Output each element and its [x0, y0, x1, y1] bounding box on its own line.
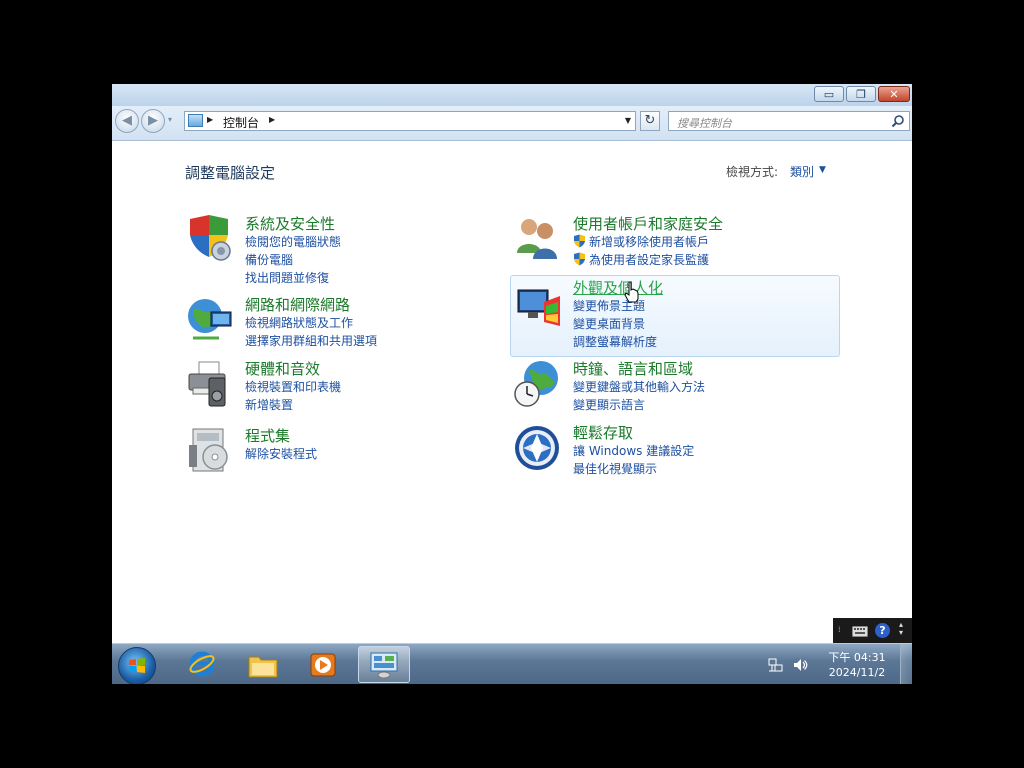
clock-time[interactable]: 下午 04:31 — [827, 649, 887, 665]
title-bar[interactable]: ▭ ❐ ✕ — [112, 84, 912, 106]
keyboard-icon[interactable] — [852, 626, 868, 637]
taskbar-control-panel[interactable] — [358, 646, 410, 683]
taskbar-media-player[interactable] — [297, 646, 349, 683]
minimize-button[interactable]: ▭ — [814, 86, 844, 102]
file-explorer-icon — [248, 656, 278, 678]
uac-shield-icon — [574, 252, 585, 266]
shield-icon[interactable] — [185, 213, 235, 263]
network-globe-icon[interactable] — [185, 294, 235, 344]
category-title[interactable]: 系統及安全性 — [245, 213, 335, 234]
breadcrumb-control-panel[interactable]: 控制台 — [223, 114, 259, 131]
forward-button[interactable]: ▶ — [141, 109, 165, 133]
uac-shield-icon — [574, 234, 585, 248]
link-uninstall[interactable]: 解除安裝程式 — [245, 445, 317, 462]
category-title[interactable]: 輕鬆存取 — [573, 422, 633, 443]
address-dropdown-icon[interactable]: ▼ — [625, 116, 631, 125]
control-panel-window: ▭ ❐ ✕ ◀ ▶ ▾ ▶ 控制台 ▶ ▼ ↻ 搜尋控制台 調整電腦設定 檢視方… — [112, 84, 912, 684]
navigation-bar: ◀ ▶ ▾ ▶ 控制台 ▶ ▼ ↻ 搜尋控制台 — [112, 106, 912, 141]
programs-icon[interactable] — [185, 425, 235, 475]
address-bar[interactable]: ▶ 控制台 ▶ ▼ — [184, 111, 636, 131]
category-clock-region: 時鐘、語言和區域 變更鍵盤或其他輸入方法 變更顯示語言 — [513, 358, 793, 412]
taskbar: 下午 04:31 2024/11/2 — [112, 643, 912, 684]
link-add-device[interactable]: 新增裝置 — [245, 396, 293, 413]
category-title[interactable]: 外觀及個人化 — [573, 277, 663, 298]
category-programs: 程式集 解除安裝程式 — [185, 425, 445, 479]
category-appearance[interactable]: 外觀及個人化 變更佈景主題 變更桌面背景 調整螢幕解析度 — [510, 275, 840, 357]
link-network-status[interactable]: 檢視網路狀態及工作 — [245, 314, 353, 331]
volume-icon[interactable] — [792, 657, 808, 673]
category-network: 網路和網際網路 檢視網路狀態及工作 選擇家用群組和共用選項 — [185, 294, 445, 348]
main-content: 調整電腦設定 檢視方式: 類別 ▼ 系統及安全性 檢閱您的電腦狀態 備份電腦 找… — [112, 141, 912, 643]
chevron-down-icon[interactable]: ▼ — [819, 165, 826, 175]
control-panel-icon — [370, 652, 398, 679]
category-title[interactable]: 使用者帳戶和家庭安全 — [573, 213, 723, 234]
refresh-button[interactable]: ↻ — [640, 111, 660, 131]
link-keyboard-input[interactable]: 變更鍵盤或其他輸入方法 — [573, 378, 705, 395]
category-hardware-sound: 硬體和音效 檢視裝置和印表機 新增裝置 — [185, 358, 445, 412]
clock-globe-icon[interactable] — [513, 358, 563, 408]
breadcrumb-arrow-icon[interactable]: ▶ — [269, 115, 275, 124]
view-by-label: 檢視方式: — [726, 165, 779, 179]
link-display-language[interactable]: 變更顯示語言 — [573, 396, 645, 413]
link-recommend-settings[interactable]: 讓 Windows 建議設定 — [573, 442, 694, 459]
start-button[interactable] — [118, 647, 156, 684]
link-troubleshoot[interactable]: 找出問題並修復 — [245, 269, 329, 286]
langbar-options-icon[interactable]: ▴ ▾ — [899, 621, 903, 637]
link-screen-resolution[interactable]: 調整螢幕解析度 — [573, 333, 657, 350]
category-title[interactable]: 網路和網際網路 — [245, 294, 350, 315]
taskbar-internet-explorer[interactable] — [176, 646, 228, 683]
accessibility-icon[interactable] — [513, 422, 563, 472]
link-check-status[interactable]: 檢閱您的電腦狀態 — [245, 233, 341, 250]
maximize-button[interactable]: ❐ — [846, 86, 876, 102]
users-icon[interactable] — [513, 213, 563, 263]
link-devices-printers[interactable]: 檢視裝置和印表機 — [245, 378, 341, 395]
link-backup[interactable]: 備份電腦 — [245, 251, 293, 268]
page-title: 調整電腦設定 — [185, 164, 276, 182]
show-desktop-button[interactable] — [900, 644, 912, 684]
clock-date[interactable]: 2024/11/2 — [825, 666, 889, 679]
hand-cursor-icon — [624, 281, 639, 303]
taskbar-file-explorer[interactable] — [237, 646, 289, 683]
windows-logo-icon — [129, 658, 145, 673]
category-system-security: 系統及安全性 檢閱您的電腦狀態 備份電腦 找出問題並修復 — [185, 213, 445, 285]
language-bar[interactable]: ⁞ ? ▴ ▾ — [833, 618, 912, 643]
search-input[interactable]: 搜尋控制台 — [668, 111, 910, 131]
internet-explorer-icon — [189, 651, 215, 677]
search-icon[interactable] — [891, 114, 905, 128]
printer-icon[interactable] — [185, 358, 235, 408]
media-player-icon — [310, 653, 336, 677]
link-desktop-background[interactable]: 變更桌面背景 — [573, 315, 645, 332]
category-title[interactable]: 硬體和音效 — [245, 358, 320, 379]
control-panel-icon — [188, 114, 203, 127]
link-homegroup[interactable]: 選擇家用群組和共用選項 — [245, 332, 377, 349]
category-title[interactable]: 程式集 — [245, 425, 290, 446]
recent-pages-dropdown[interactable]: ▾ — [168, 115, 172, 124]
category-user-accounts: 使用者帳戶和家庭安全 新增或移除使用者帳戶 為使用者設定家長監護 — [513, 213, 793, 267]
link-parental-controls[interactable]: 為使用者設定家長監護 — [589, 251, 709, 268]
link-add-remove-accounts[interactable]: 新增或移除使用者帳戶 — [589, 233, 709, 250]
breadcrumb-arrow-icon[interactable]: ▶ — [207, 115, 213, 124]
search-placeholder: 搜尋控制台 — [677, 117, 732, 130]
grip-icon[interactable]: ⁞ — [838, 625, 841, 634]
back-button[interactable]: ◀ — [115, 109, 139, 133]
link-optimize-visual[interactable]: 最佳化視覺顯示 — [573, 460, 657, 477]
appearance-icon[interactable] — [514, 282, 564, 332]
category-title[interactable]: 時鐘、語言和區域 — [573, 358, 693, 379]
category-ease-of-access: 輕鬆存取 讓 Windows 建議設定 最佳化視覺顯示 — [513, 422, 793, 476]
view-by-dropdown[interactable]: 類別 — [790, 163, 814, 180]
help-icon[interactable]: ? — [875, 623, 890, 638]
close-button[interactable]: ✕ — [878, 86, 910, 102]
network-tray-icon[interactable] — [768, 657, 784, 673]
